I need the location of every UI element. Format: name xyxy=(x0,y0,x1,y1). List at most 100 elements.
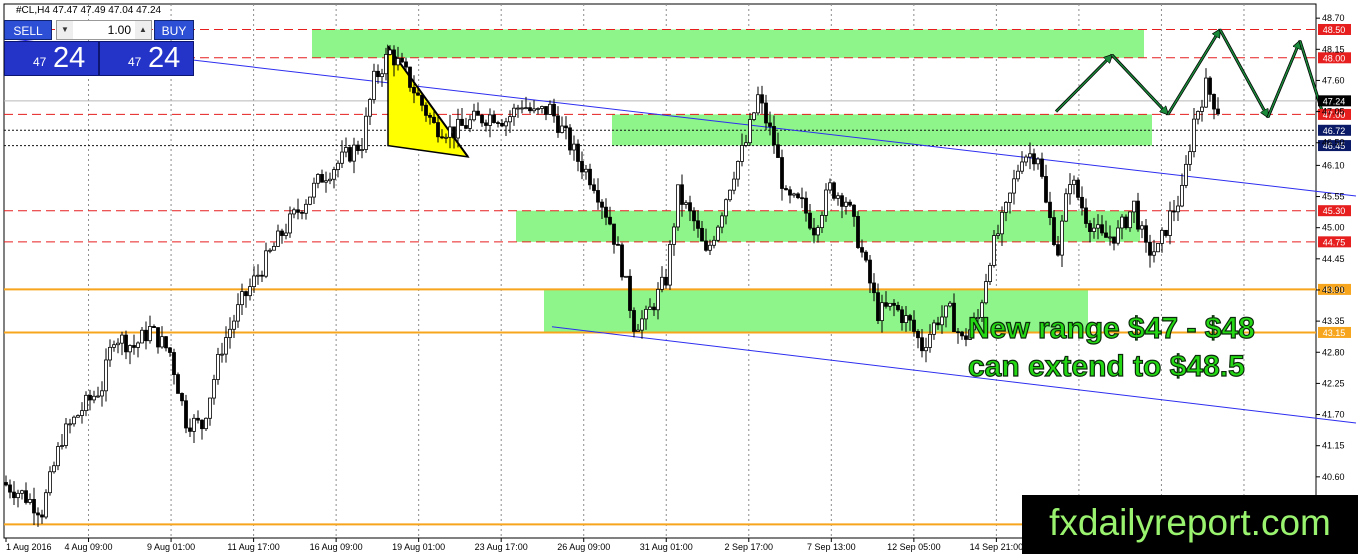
candle-body xyxy=(672,226,676,245)
symbol-header: #CL,H4 47.47 47.49 47.04 47.24 xyxy=(16,5,162,16)
triangle-pattern[interactable] xyxy=(387,44,470,158)
candle xyxy=(808,204,812,231)
candle-body xyxy=(624,275,628,278)
candle-body xyxy=(824,189,828,216)
candle-body xyxy=(784,188,788,191)
candle xyxy=(960,330,964,340)
candle-body xyxy=(12,491,16,499)
candle-body xyxy=(56,446,60,467)
candle xyxy=(668,240,672,290)
candle-body xyxy=(896,304,900,311)
candle xyxy=(732,171,736,195)
candle xyxy=(296,198,300,220)
candle-body xyxy=(792,193,796,196)
candle xyxy=(280,228,284,244)
sell-button[interactable]: SELL xyxy=(4,20,52,40)
candle-body xyxy=(568,127,572,151)
candle-body xyxy=(756,94,760,114)
candle-body xyxy=(840,195,844,207)
candle-body xyxy=(768,122,772,127)
candle xyxy=(1160,227,1164,253)
level-tag-label: 45.30 xyxy=(1323,206,1346,216)
candle xyxy=(48,466,52,496)
candle-body xyxy=(848,201,852,206)
candle-body xyxy=(364,115,368,150)
candle xyxy=(532,100,536,114)
candle xyxy=(1144,219,1148,253)
candle-body xyxy=(492,114,496,123)
candle xyxy=(148,315,152,344)
decrease-qty-icon[interactable]: ▼ xyxy=(57,21,73,39)
forecast-segment xyxy=(1055,55,1112,113)
candle xyxy=(144,321,148,350)
candle xyxy=(540,105,544,114)
candle xyxy=(304,199,308,220)
candle xyxy=(1040,152,1044,179)
candle-body xyxy=(620,244,624,278)
candle xyxy=(1156,243,1160,253)
candle-body xyxy=(456,118,460,139)
candle xyxy=(160,326,164,349)
candle-body xyxy=(1176,205,1180,213)
time-tick-label: 23 Aug 17:00 xyxy=(475,542,528,552)
candle xyxy=(268,248,272,254)
candle xyxy=(988,262,992,285)
candle-body xyxy=(580,161,584,173)
candle-body xyxy=(944,305,948,318)
quantity-stepper[interactable]: ▼ 1.00 ▲ xyxy=(56,20,152,40)
quantity-value[interactable]: 1.00 xyxy=(77,21,131,39)
candle-body xyxy=(68,423,72,426)
candle-body xyxy=(320,174,324,183)
candle-body xyxy=(928,333,932,348)
time-tick-label: 9 Aug 01:00 xyxy=(147,542,195,552)
candle-body xyxy=(396,58,400,66)
candle-body xyxy=(856,216,860,248)
candle-body xyxy=(732,178,736,191)
price-tick-label: 41.15 xyxy=(1322,441,1345,451)
candle-body xyxy=(816,227,820,236)
candle-body xyxy=(640,318,644,331)
buy-button[interactable]: BUY xyxy=(154,20,194,40)
candle-body xyxy=(884,302,888,307)
candle-body xyxy=(780,157,784,189)
candle-body xyxy=(956,331,960,334)
candle-body xyxy=(1104,232,1108,238)
candle-body xyxy=(532,108,536,112)
candle-body xyxy=(820,214,824,229)
candle xyxy=(488,108,492,138)
candle-body xyxy=(560,125,564,133)
level-tag-label: 48.00 xyxy=(1323,53,1346,63)
horizontal-levels[interactable] xyxy=(4,28,1316,526)
candle xyxy=(380,68,384,87)
candle-body xyxy=(300,211,304,214)
candle xyxy=(612,223,616,254)
candle-body xyxy=(116,342,120,346)
candle-body xyxy=(628,275,632,311)
candle-body xyxy=(880,302,884,321)
one-click-trading-panel: SELL ▼ 1.00 ▲ BUY 47 24 47 24 xyxy=(4,20,194,76)
sell-price-box[interactable]: 47 24 xyxy=(4,41,99,76)
candle-body xyxy=(128,345,132,353)
price-tick-label: 44.45 xyxy=(1322,254,1345,264)
candle-body xyxy=(564,125,568,129)
candle xyxy=(836,192,840,206)
candle-body xyxy=(344,147,348,153)
candle xyxy=(1184,155,1188,189)
candle-body xyxy=(380,73,384,78)
candle-body xyxy=(352,144,356,162)
sell-price-big: 24 xyxy=(53,42,86,74)
candle-body xyxy=(108,346,112,361)
candle-body xyxy=(212,379,216,399)
candle xyxy=(1152,239,1156,263)
candle-body xyxy=(544,106,548,115)
candle-body xyxy=(264,250,268,277)
time-tick-label: 11 Aug 17:00 xyxy=(227,542,279,552)
candle-body xyxy=(1108,236,1112,239)
candle-body xyxy=(524,107,528,110)
candle xyxy=(548,100,552,115)
increase-qty-icon[interactable]: ▲ xyxy=(135,21,151,39)
candle xyxy=(1164,229,1168,238)
candle xyxy=(332,166,336,189)
buy-price-box[interactable]: 47 24 xyxy=(99,41,194,76)
candle-body xyxy=(528,107,532,112)
